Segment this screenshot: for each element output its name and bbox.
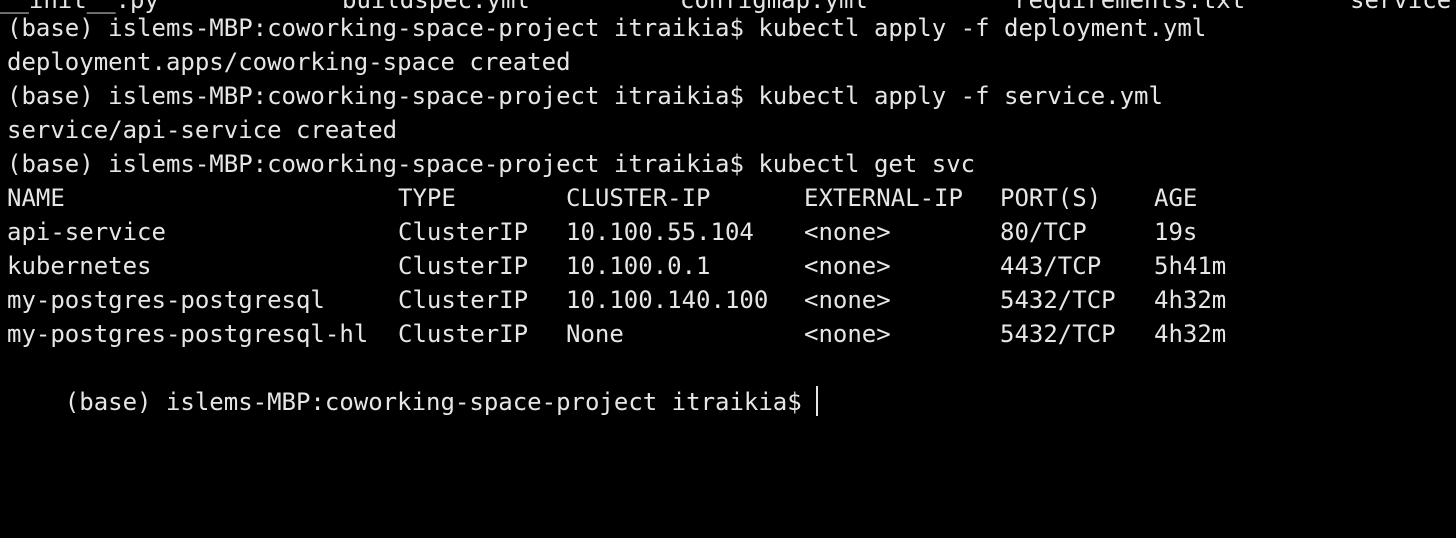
terminal-window[interactable]: __init__.py buildspec.yml configmap.yml … (0, 0, 1456, 538)
cell-external-ip: <none> (804, 286, 891, 314)
cell-ports: 80/TCP (1000, 218, 1087, 246)
table-row: kubernetes ClusterIP 10.100.0.1 <none> 4… (0, 249, 1456, 283)
cell-name: kubernetes (7, 252, 152, 280)
cell-type: ClusterIP (398, 218, 529, 246)
cell-external-ip: <none> (804, 252, 891, 280)
header-name: NAME (7, 184, 65, 212)
cell-age: 4h32m (1154, 286, 1227, 314)
cell-external-ip: <none> (804, 320, 891, 348)
output-line: service/api-service created (7, 116, 398, 144)
cell-ports: 5432/TCP (1000, 286, 1116, 314)
cell-ports: 5432/TCP (1000, 320, 1116, 348)
header-external-ip: EXTERNAL-IP (804, 184, 963, 212)
cell-cluster-ip: 10.100.55.104 (566, 218, 754, 246)
cell-type: ClusterIP (398, 286, 529, 314)
table-row: my-postgres-postgresql-hl ClusterIP None… (0, 317, 1456, 351)
table-header: NAME TYPE CLUSTER-IP EXTERNAL-IP PORT(S)… (0, 181, 1456, 215)
cell-age: 4h32m (1154, 320, 1227, 348)
header-type: TYPE (398, 184, 456, 212)
header-age: AGE (1154, 184, 1198, 212)
cell-cluster-ip: 10.100.140.100 (566, 286, 769, 314)
header-cluster-ip: CLUSTER-IP (566, 184, 711, 212)
cell-age: 19s (1154, 218, 1198, 246)
table-row: my-postgres-postgresql ClusterIP 10.100.… (0, 283, 1456, 317)
cell-name: api-service (7, 218, 166, 246)
cell-external-ip: <none> (804, 218, 891, 246)
cell-ports: 443/TCP (1000, 252, 1102, 280)
cell-type: ClusterIP (398, 252, 529, 280)
table-row: api-service ClusterIP 10.100.55.104 <non… (0, 215, 1456, 249)
cell-cluster-ip: None (566, 320, 624, 348)
command-line: (base) islems-MBP:coworking-space-projec… (7, 150, 976, 178)
command-line: (base) islems-MBP:coworking-space-projec… (7, 82, 1163, 110)
command-line: (base) islems-MBP:coworking-space-projec… (7, 14, 1207, 42)
ls-entry: service (1350, 0, 1452, 14)
cell-age: 5h41m (1154, 252, 1227, 280)
cell-name: my-postgres-postgresql-hl (7, 320, 369, 348)
header-ports: PORT(S) (1000, 184, 1102, 212)
cell-name: my-postgres-postgresql (7, 286, 325, 314)
output-line: deployment.apps/coworking-space created (7, 48, 571, 76)
cell-type: ClusterIP (398, 320, 529, 348)
active-prompt-line[interactable]: (base) islems-MBP:coworking-space-projec… (7, 351, 818, 416)
prompt-text: (base) islems-MBP:coworking-space-projec… (64, 388, 802, 416)
text-cursor (815, 386, 818, 416)
cell-cluster-ip: 10.100.0.1 (566, 252, 711, 280)
